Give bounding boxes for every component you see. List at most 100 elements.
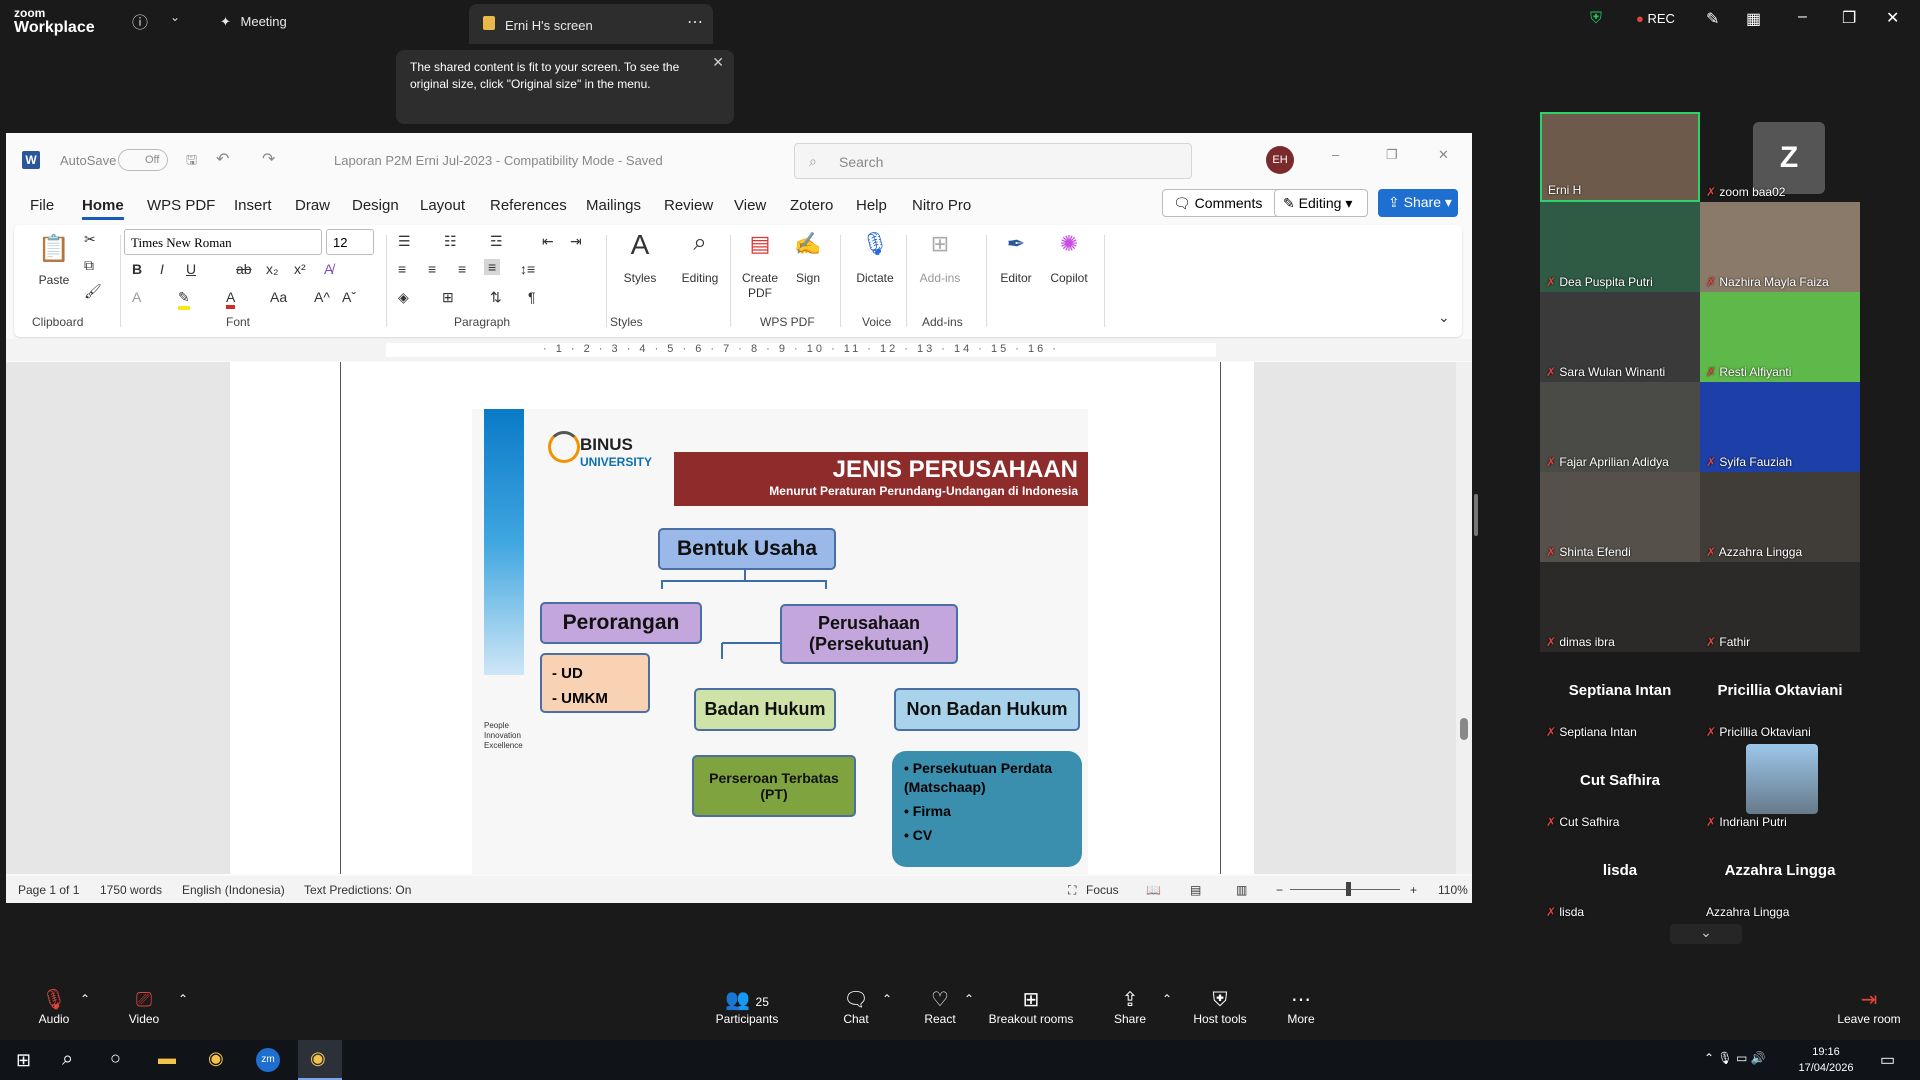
chevron-up-icon[interactable]: ⌃	[1162, 992, 1172, 1006]
chevron-up-icon[interactable]: ⌃	[80, 992, 90, 1006]
save-icon[interactable]: 🖫	[186, 151, 197, 173]
tab-wps-pdf[interactable]: WPS PDF	[147, 197, 215, 214]
underline-icon[interactable]: U	[186, 261, 196, 277]
copy-icon[interactable]: ⧉	[84, 257, 94, 274]
meeting-tab[interactable]: ✦ Meeting	[220, 14, 287, 30]
close-icon[interactable]: ✕	[712, 54, 724, 71]
tab-nitro-pro[interactable]: Nitro Pro	[912, 197, 971, 214]
zoom-app-icon[interactable]: zm	[256, 1048, 280, 1072]
font-color-icon[interactable]: A	[226, 289, 236, 309]
video-tile[interactable]: ✗ Syifa Fauziah	[1700, 382, 1860, 472]
gallery-resize-handle[interactable]	[1474, 494, 1478, 536]
grow-font-icon[interactable]: A^	[314, 289, 330, 305]
read-mode-icon[interactable]: 📖	[1146, 883, 1161, 897]
share-screen-button[interactable]: ⇪ Share	[1110, 988, 1150, 1026]
tab-file[interactable]: File	[30, 197, 54, 214]
zoom-level[interactable]: 110%	[1438, 883, 1468, 897]
line-spacing-icon[interactable]: ↕≡	[520, 261, 535, 277]
tab-home[interactable]: Home	[82, 197, 124, 220]
align-center-icon[interactable]: ≡	[428, 261, 436, 277]
tab-help[interactable]: Help	[856, 197, 887, 214]
redo-icon[interactable]: ↷	[262, 149, 275, 169]
text-predictions[interactable]: Text Predictions: On	[304, 883, 411, 897]
video-tile[interactable]: Pricillia Oktaviani ✗ Pricillia Oktaviani	[1700, 652, 1860, 742]
font-size-select[interactable]: 12	[326, 229, 374, 255]
minimize-icon[interactable]: –	[1798, 8, 1807, 26]
layout-icon[interactable]: ▦	[1746, 9, 1761, 29]
video-tile[interactable]: Cut Safhira ✗ Cut Safhira	[1540, 742, 1700, 832]
language[interactable]: English (Indonesia)	[182, 883, 285, 897]
task-view-icon[interactable]: ○	[110, 1048, 121, 1069]
share-button[interactable]: ⇪ Share ▾	[1378, 189, 1458, 217]
scrollbar-thumb[interactable]	[1460, 718, 1468, 740]
annotate-icon[interactable]: ✎	[1706, 9, 1719, 29]
shading-icon[interactable]: ◈	[398, 289, 409, 306]
focus-icon[interactable]: ⛶	[1068, 883, 1076, 898]
styles-button[interactable]: Styles	[618, 271, 662, 285]
chat-button[interactable]: 🗨 Chat	[836, 988, 876, 1026]
windows-start-icon[interactable]: ⊞	[16, 1050, 31, 1071]
info-icon[interactable]: ⓘ	[132, 9, 148, 33]
host-tools-button[interactable]: ⛨ Host tools	[1190, 988, 1250, 1026]
comments-button[interactable]: 🗨 Comments	[1162, 189, 1290, 217]
superscript-icon[interactable]: x²	[294, 261, 306, 277]
video-button[interactable]: ⎚ Video	[124, 988, 164, 1026]
font-name-select[interactable]: Times New Roman	[124, 229, 322, 255]
tray-icons[interactable]: ⌃ 🎙 ▭ 🔊	[1704, 1051, 1766, 1065]
ruler[interactable]: · 1 · 2 · 3 · 4 · 5 · 6 · 7 · 8 · 9 · 10…	[6, 339, 1472, 361]
dictate-button[interactable]: Dictate	[850, 271, 900, 285]
close-icon[interactable]: ✕	[1438, 147, 1449, 163]
increase-indent-icon[interactable]: ⇥	[570, 233, 582, 250]
video-tile[interactable]: ✗ Shinta Efendi	[1540, 472, 1700, 562]
strikethrough-icon[interactable]: ab	[236, 261, 252, 277]
document-title[interactable]: Laporan P2M Erni Jul-2023 - Compatibilit…	[334, 153, 663, 168]
restore-icon[interactable]: ❐	[1842, 8, 1856, 28]
more-options-icon[interactable]: ⋯	[687, 12, 703, 32]
zoom-slider[interactable]	[1290, 889, 1400, 890]
autosave-toggle[interactable]: Off	[118, 149, 168, 171]
tab-mailings[interactable]: Mailings	[586, 197, 641, 214]
breakout-rooms-button[interactable]: ⊞ Breakout rooms	[988, 988, 1074, 1026]
video-tile[interactable]: Erni H	[1540, 112, 1700, 202]
print-layout-icon[interactable]: ▤	[1190, 883, 1201, 897]
audio-button[interactable]: 🎙 Audio	[34, 988, 74, 1026]
web-layout-icon[interactable]: ▥	[1236, 883, 1247, 897]
recording-indicator[interactable]: ● REC	[1636, 11, 1675, 26]
participants-button[interactable]: 👥 25 Participants	[712, 988, 782, 1026]
format-painter-icon[interactable]: 🖌	[84, 283, 102, 300]
tab-draw[interactable]: Draw	[295, 197, 330, 214]
clear-format-icon[interactable]: A̸	[324, 261, 333, 277]
video-tile[interactable]: Septiana Intan ✗ Septiana Intan	[1540, 652, 1700, 742]
video-tile[interactable]: lisda ✗ lisda	[1540, 832, 1700, 922]
tab-zotero[interactable]: Zotero	[790, 197, 833, 214]
collapse-ribbon-icon[interactable]: ⌄	[1438, 309, 1450, 326]
vertical-scrollbar[interactable]	[1456, 362, 1472, 874]
video-tile[interactable]: Azzahra Lingga Azzahra Lingga	[1700, 832, 1860, 922]
minimize-icon[interactable]: –	[1332, 147, 1339, 162]
multilevel-list-icon[interactable]: ☲	[490, 233, 503, 250]
tab-layout[interactable]: Layout	[420, 197, 465, 214]
zoom-in-icon[interactable]: +	[1410, 883, 1417, 897]
sign-button[interactable]: Sign	[788, 271, 828, 285]
video-tile[interactable]: ✗ Sara Wulan Winanti	[1540, 292, 1700, 382]
video-tile[interactable]: ✗ Fathir	[1700, 562, 1860, 652]
paste-button[interactable]: Paste	[34, 273, 74, 287]
editor-button[interactable]: Editor	[994, 271, 1038, 285]
video-tile[interactable]: ✗ Indriani Putri	[1700, 742, 1860, 832]
chevron-up-icon[interactable]: ⌃	[178, 992, 188, 1006]
borders-icon[interactable]: ⊞	[442, 289, 454, 306]
editing-button[interactable]: Editing	[674, 271, 726, 285]
tab-view[interactable]: View	[734, 197, 766, 214]
bullets-icon[interactable]: ☰	[398, 233, 411, 250]
close-icon[interactable]: ✕	[1886, 8, 1899, 28]
page-count[interactable]: Page 1 of 1	[18, 883, 79, 897]
video-tile[interactable]: ✗ Dea Puspita Putri	[1540, 202, 1700, 292]
leave-room-button[interactable]: ⇥ Leave room	[1836, 988, 1902, 1026]
editing-mode-button[interactable]: ✎ Editing ▾	[1274, 189, 1368, 217]
search-input[interactable]: ⌕ Search	[794, 143, 1192, 179]
decrease-indent-icon[interactable]: ⇤	[542, 233, 554, 250]
undo-icon[interactable]: ↶	[216, 149, 229, 169]
italic-icon[interactable]: I	[160, 261, 164, 277]
video-tile[interactable]: Z ✗ zoom baa02	[1700, 112, 1860, 202]
copilot-button[interactable]: Copilot	[1044, 271, 1094, 285]
